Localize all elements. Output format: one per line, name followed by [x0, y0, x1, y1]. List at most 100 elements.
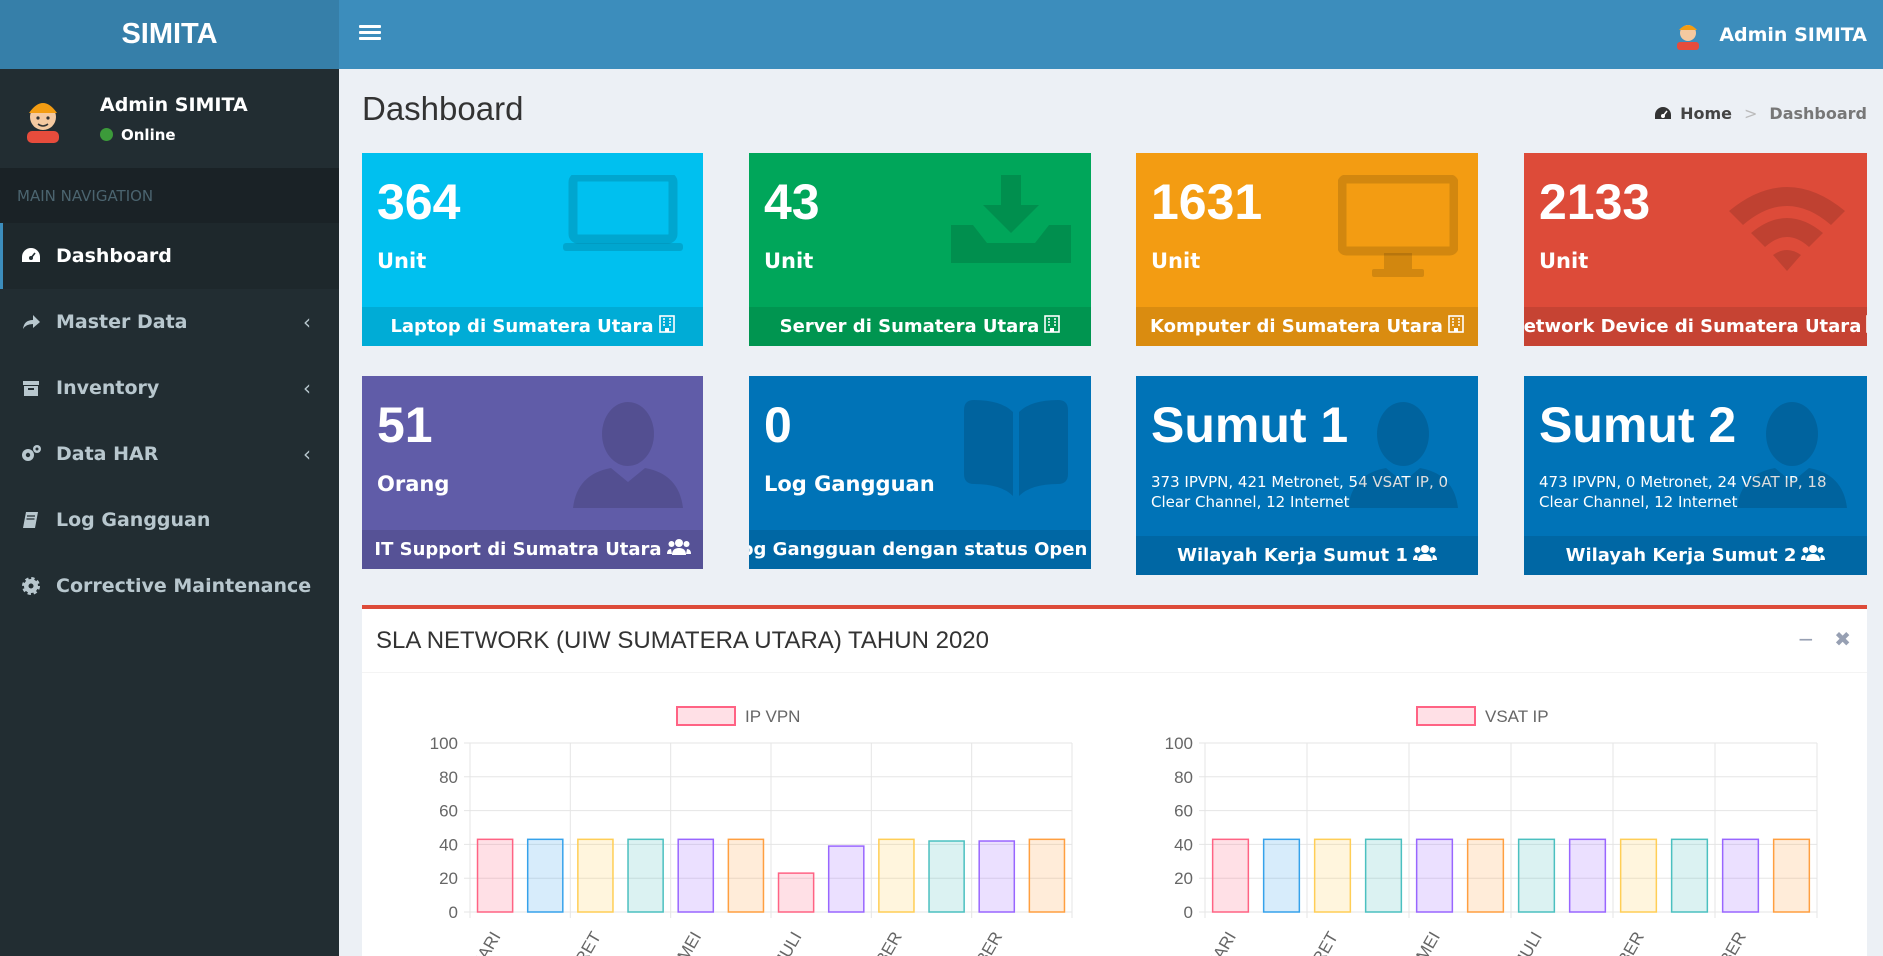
status-text: Online — [121, 125, 176, 144]
stat-footer-link[interactable]: Komputer di Sumatera Utara — [1136, 307, 1478, 346]
sidebar-toggle-icon[interactable] — [359, 22, 381, 44]
stat-label: Log Gangguan — [764, 472, 935, 496]
stat-footer-link[interactable]: Server di Sumatera Utara — [749, 307, 1091, 346]
y-tick-label: 0 — [449, 903, 458, 922]
breadcrumb-home[interactable]: Home — [1680, 104, 1732, 123]
stat-box: 1631 Unit Komputer di Sumatera Utara — [1136, 153, 1478, 346]
stat-footer-link[interactable]: Wilayah Kerja Sumut 2 — [1524, 536, 1867, 575]
book-icon — [1087, 538, 1091, 561]
online-status: Online — [100, 126, 248, 144]
sidebar-item-inventory[interactable]: Inventory ‹ — [0, 355, 339, 421]
chart-legend[interactable]: IP VPN — [676, 706, 800, 726]
stat-box: 43 Unit Server di Sumatera Utara — [749, 153, 1091, 346]
laptop-icon — [563, 172, 683, 259]
bar[interactable] — [1619, 838, 1658, 913]
stat-footer-link[interactable]: Wilayah Kerja Sumut 1 — [1136, 536, 1478, 575]
y-tick-label: 40 — [439, 835, 458, 854]
y-tick-label: 80 — [439, 768, 458, 787]
bar[interactable] — [878, 838, 915, 913]
dashboard-icon — [1655, 106, 1672, 119]
bar[interactable] — [1721, 838, 1760, 913]
bar[interactable] — [1415, 838, 1454, 913]
breadcrumb: Home > Dashboard — [1654, 104, 1867, 123]
stat-footer-link[interactable]: IT Support di Sumatra Utara — [362, 530, 703, 569]
gears-icon — [20, 443, 42, 465]
stat-box: 364 Unit Laptop di Sumatera Utara — [362, 153, 703, 346]
y-tick-label: 20 — [439, 869, 458, 888]
chart-legend[interactable]: VSAT IP — [1416, 706, 1549, 726]
sidebar-item-dashboard[interactable]: Dashboard — [0, 223, 339, 289]
users-icon — [662, 538, 691, 561]
x-tick-label: MBER — [1709, 929, 1750, 956]
stat-label: Unit — [764, 249, 814, 273]
stat-value: 43 — [764, 174, 820, 230]
stat-footer-label: IT Support di Sumatra Utara — [374, 539, 662, 560]
bar[interactable] — [727, 838, 765, 913]
x-tick-label: UARI — [468, 929, 505, 956]
user-name: Admin SIMITA — [1719, 23, 1867, 46]
users-icon — [1796, 544, 1826, 567]
share-icon — [20, 311, 42, 333]
stat-box: Sumut 1 373 IPVPN, 421 Metronet, 54 VSAT … — [1136, 376, 1478, 575]
minimize-icon[interactable]: − — [1797, 627, 1814, 651]
user-menu[interactable]: Admin SIMITA — [1675, 0, 1867, 69]
bar[interactable] — [928, 840, 965, 913]
stat-label: Unit — [1151, 249, 1201, 273]
bar[interactable] — [1670, 838, 1709, 913]
avatar — [1677, 24, 1700, 50]
x-tick-label: MEI — [1412, 929, 1444, 956]
stat-value: 2133 — [1539, 174, 1651, 230]
stat-footer-link[interactable]: Network Device di Sumatera Utara — [1524, 307, 1867, 346]
bar[interactable] — [1262, 838, 1301, 913]
sidebar-item-corrective-maintenance[interactable]: Corrective Maintenance — [0, 553, 339, 619]
y-tick-label: 40 — [1174, 835, 1193, 854]
bar[interactable] — [1313, 838, 1352, 913]
x-tick-label: MBER — [965, 929, 1006, 956]
user-icon — [1737, 398, 1847, 512]
status-dot-icon — [100, 128, 113, 141]
stat-box: 51 Orang IT Support di Sumatra Utara — [362, 376, 703, 569]
bar[interactable] — [1211, 838, 1250, 913]
bar[interactable] — [1364, 838, 1403, 913]
nav-header: MAIN NAVIGATION — [0, 168, 339, 223]
bar[interactable] — [1568, 838, 1607, 913]
x-tick-label: UARI — [1203, 929, 1240, 956]
legend-label: VSAT IP — [1485, 707, 1549, 726]
bar[interactable] — [1517, 838, 1556, 913]
y-tick-label: 80 — [1174, 768, 1193, 787]
bar[interactable] — [827, 845, 865, 913]
sidebar: Admin SIMITA Online MAIN NAVIGATION Dash… — [0, 69, 339, 956]
sidebar-user-name: Admin SIMITA — [100, 93, 248, 116]
bar[interactable] — [978, 840, 1016, 913]
bar[interactable] — [1466, 838, 1505, 913]
bar[interactable] — [627, 838, 664, 913]
panel-tools: − ✖ — [1797, 627, 1851, 651]
app-logo[interactable]: SIMITA — [0, 0, 339, 69]
stat-footer-link[interactable]: Laptop di Sumatera Utara — [362, 307, 703, 346]
bar[interactable] — [577, 838, 614, 913]
y-tick-label: 100 — [1165, 734, 1193, 753]
sidebar-item-data-har[interactable]: Data HAR ‹ — [0, 421, 339, 487]
bar[interactable] — [1772, 838, 1811, 913]
bar[interactable] — [777, 872, 815, 913]
sidebar-item-log-gangguan[interactable]: Log Gangguan — [0, 487, 339, 553]
stat-footer-label: Laptop di Sumatera Utara — [390, 316, 654, 337]
bar[interactable] — [1028, 838, 1066, 913]
bar[interactable] — [526, 838, 564, 913]
y-tick-label: 100 — [430, 734, 458, 753]
archive-icon — [20, 377, 42, 399]
avatar — [27, 102, 59, 143]
stat-value: 1631 — [1151, 174, 1263, 230]
stat-footer-label: Network Device di Sumatera Utara — [1524, 316, 1862, 337]
stat-footer-label: Wilayah Kerja Sumut 2 — [1565, 545, 1797, 566]
sidebar-item-master-data[interactable]: Master Data ‹ — [0, 289, 339, 355]
bar[interactable] — [476, 838, 514, 913]
users-icon — [1408, 544, 1437, 567]
user-panel: Admin SIMITA Online — [0, 69, 339, 168]
gear-icon — [20, 575, 42, 597]
stat-footer-link[interactable]: Log Gangguan dengan status Open — [749, 530, 1091, 569]
panel-header: SLA NETWORK (UIW SUMATERA UTARA) TAHUN 2… — [362, 609, 1867, 673]
close-icon[interactable]: ✖ — [1834, 627, 1851, 651]
x-tick-label: JULI — [1512, 929, 1546, 956]
bar[interactable] — [677, 838, 715, 913]
